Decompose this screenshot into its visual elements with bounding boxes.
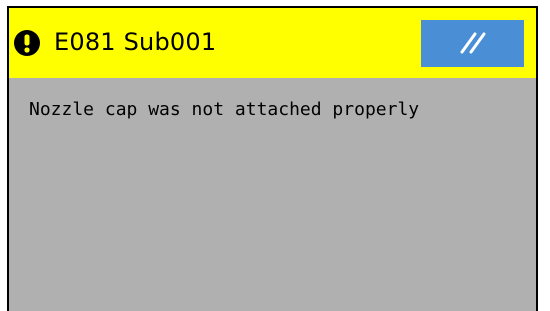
menu-button[interactable] (421, 20, 524, 67)
error-screen: E081 Sub001 Nozzle cap was not attached … (0, 0, 550, 311)
error-panel: E081 Sub001 Nozzle cap was not attached … (7, 6, 538, 311)
error-code-title: E081 Sub001 (54, 28, 217, 56)
exclamation-circle-icon (14, 30, 40, 56)
error-header: E081 Sub001 (9, 8, 536, 78)
error-message: Nozzle cap was not attached properly (29, 99, 420, 120)
